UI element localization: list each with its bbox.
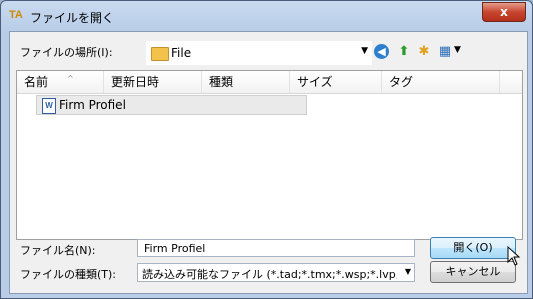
views-icon[interactable]: ▦ — [436, 43, 454, 61]
list-item[interactable]: W Firm Profiel — [36, 95, 307, 115]
column-headers: 名前 ^ 更新日時 種類 サイズ タグ — [17, 71, 522, 94]
cancel-button[interactable]: キャンセル — [430, 261, 516, 283]
column-header-name[interactable]: 名前 ^ — [17, 71, 104, 93]
column-header-modified-label: 更新日時 — [111, 75, 160, 89]
chevron-down-icon[interactable]: ▼ — [405, 267, 411, 276]
file-name: Firm Profiel — [59, 98, 126, 112]
column-header-name-label: 名前 — [24, 75, 49, 89]
column-header-size-label: サイズ — [297, 75, 333, 89]
column-header-tag[interactable]: タグ — [382, 71, 500, 93]
filetype-select[interactable]: 読み込み可能なファイル (*.tad;*.tmx;*.wsp;*.lvp;*.h… — [137, 263, 415, 282]
dialog-body: ファイルの場所(I): File ▼ ◀ ⬆ ✱ ▦ ▼ 名前 ^ 更新日時 種… — [9, 31, 528, 294]
column-header-size[interactable]: サイズ — [290, 71, 382, 93]
column-header-modified[interactable]: 更新日時 — [104, 71, 202, 93]
app-icon: TA — [9, 9, 23, 21]
new-folder-icon[interactable]: ✱ — [415, 43, 433, 61]
file-list[interactable]: 名前 ^ 更新日時 種類 サイズ タグ W Firm Profiel — [16, 70, 523, 240]
up-folder-icon[interactable]: ⬆ — [395, 43, 413, 61]
mouse-cursor-icon — [507, 246, 521, 266]
filetype-value: 読み込み可能なファイル (*.tad;*.tmx;*.wsp;*.lvp;*.h — [142, 268, 397, 281]
chevron-down-icon[interactable]: ▼ — [361, 46, 368, 56]
back-icon[interactable]: ◀ — [374, 44, 389, 59]
close-icon: x — [500, 5, 508, 19]
location-value: File — [171, 46, 192, 60]
column-header-tag-label: タグ — [389, 75, 414, 89]
filetype-label: ファイルの種類(T): — [20, 268, 117, 281]
location-combo[interactable]: File ▼ — [146, 41, 372, 65]
folder-icon — [151, 47, 169, 61]
title-bar[interactable]: TA ファイルを開く x — [1, 1, 532, 31]
open-file-dialog: TA ファイルを開く x ファイルの場所(I): File ▼ ◀ ⬆ ✱ ▦ … — [0, 0, 533, 299]
filename-label: ファイル名(N): — [20, 244, 96, 257]
window-title: ファイルを開く — [30, 11, 115, 25]
location-label: ファイルの場所(I): — [20, 46, 113, 59]
filename-input[interactable]: Firm Profiel — [137, 239, 415, 257]
open-button[interactable]: 開く(O) — [430, 237, 516, 259]
column-header-type-label: 種類 — [209, 75, 234, 89]
column-header-type[interactable]: 種類 — [202, 71, 290, 93]
close-button[interactable]: x — [482, 2, 526, 22]
views-chevron-down-icon[interactable]: ▼ — [454, 45, 461, 55]
word-document-icon: W — [42, 98, 56, 114]
sort-caret-icon: ^ — [67, 74, 74, 83]
